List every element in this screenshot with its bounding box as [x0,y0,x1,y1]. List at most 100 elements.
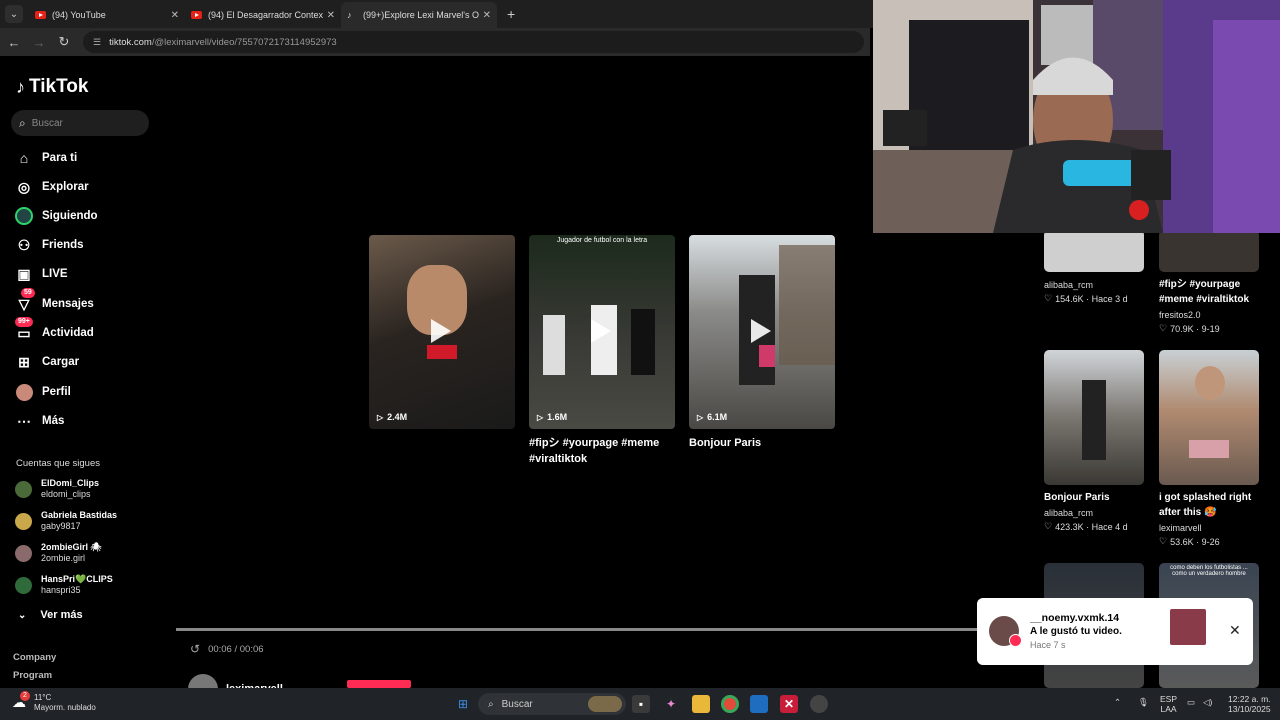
related-thumbnail[interactable] [1044,230,1144,272]
related-thumbnail[interactable] [1159,230,1259,272]
nav-actividad[interactable]: ▭ 99+ Actividad [15,317,94,342]
volume-icon[interactable]: ◁) [1203,697,1212,707]
avatar [15,512,32,530]
related-title[interactable]: i got splashed right after this 🥵 [1159,490,1264,520]
file-explorer-icon[interactable] [692,695,710,713]
related-thumbnail[interactable] [1044,350,1144,485]
related-user[interactable]: alibaba_rcm [1044,508,1093,518]
account-name: HansPri💚CLIPS [41,574,113,584]
video-caption[interactable]: #fipシ #yourpage #meme #viraltiktok [529,435,679,467]
nav-label: Cargar [42,356,80,368]
clock-date: 13/10/2025 [1228,704,1271,714]
notification-thumbnail[interactable] [1170,609,1206,645]
post-time: Hace 4 d [1091,521,1128,532]
related-thumbnail[interactable] [1159,350,1259,485]
post-time: 9-26 [1201,536,1220,547]
related-title[interactable]: Bonjour Paris [1044,490,1149,505]
playback-time: ↺ 00:06 / 00:06 [190,642,264,656]
nav-siguiendo[interactable]: Siguiendo [15,207,98,225]
nav-explorar[interactable]: ◎ Explorar [15,178,89,196]
weather-widget[interactable]: ☁ 2 11°C Mayorm. nublado [12,691,96,713]
back-icon[interactable]: ← [3,35,25,50]
video-thumbnail[interactable]: ▷ 6.1M [689,235,835,429]
copilot-icon[interactable]: ✦ [662,695,680,713]
weather-temp: 11°C [34,693,52,702]
see-more-button[interactable]: ⌄ Ver más [18,609,83,621]
nav-label: Friends [42,239,84,251]
search-input[interactable]: ⌕ Buscar [11,110,149,136]
chevron-down-icon: ⌄ [18,609,27,621]
tiktok-icon: ♪ [347,10,352,20]
forward-icon[interactable]: → [28,35,50,50]
lang-bottom: LAA [1160,704,1177,714]
notification-message: A le gustó tu video. [1030,626,1122,637]
video-thumbnail[interactable]: ▷ 2.4M [369,235,515,429]
related-user[interactable]: leximarvell [1159,523,1202,533]
chevron-up-icon[interactable]: ⌃ [1114,697,1121,707]
video-thumbnail[interactable]: Jugador de futbol con la letra ▷ 1.6M [529,235,675,429]
live-icon: ▣ [17,265,31,282]
store-icon[interactable] [750,695,768,713]
browser-tab-1[interactable]: (94) YouTube ✕ [29,2,185,28]
related-user[interactable]: alibaba_rcm [1044,280,1093,290]
chrome-icon[interactable] [721,695,739,713]
close-tab-icon[interactable]: ✕ [171,10,179,21]
url-field[interactable]: ☰ tiktok.com/@leximarvell/video/75570721… [83,31,864,53]
nav-para-ti[interactable]: ⌂ Para ti [15,149,77,167]
notification-time: Hace 7 s [1030,640,1066,650]
avatar [15,576,32,594]
messages-icon: ▽ 59 [15,288,35,313]
taskbar-search[interactable]: ⌕ Buscar [478,693,626,715]
new-tab-button[interactable]: + [507,6,515,22]
browser-tab-2[interactable]: (94) El Desagarrador Contexto d ✕ [185,2,341,28]
replay-icon[interactable]: ↺ [190,642,200,656]
obs-icon[interactable] [810,695,828,713]
nav-live[interactable]: ▣ LIVE [15,265,67,283]
app-x-icon[interactable]: ✕ [780,695,798,713]
microphone-icon[interactable]: 🎙 [1138,697,1149,707]
close-tab-icon[interactable]: ✕ [327,10,335,21]
heart-icon [1009,634,1022,647]
followed-account[interactable]: 2ombieGirl 🕷 2ombie.girl [15,542,102,564]
followed-account[interactable]: Gabriela Bastidas gaby9817 [15,510,117,532]
browser-tab-3[interactable]: ♪ (99+)Explore Lexi Marvel's Offi ✕ [341,2,497,28]
nav-mas[interactable]: ⋯ Más [15,412,64,430]
clock[interactable]: 12:22 a. m. 13/10/2025 [1228,694,1271,714]
tiktok-logo[interactable]: ♪ TikTok [16,76,88,98]
post-time: Hace 3 d [1091,293,1128,304]
language-indicator[interactable]: ESP LAA [1160,694,1177,714]
related-title[interactable]: #fipシ #yourpage #meme #viraltiktok [1159,277,1264,307]
nav-friends[interactable]: ⚇ Friends [15,236,84,254]
nav-perfil[interactable]: Perfil [15,383,71,401]
site-info-icon[interactable]: ☰ [93,37,101,48]
windows-start-icon[interactable]: ⊞ [454,695,472,713]
close-icon[interactable]: ✕ [1229,622,1241,639]
tab-search-dropdown[interactable]: ⌄ [5,5,23,23]
nav-cargar[interactable]: ⊞ Cargar [15,353,79,371]
task-view-icon[interactable]: ▪ [632,695,650,713]
avatar [15,480,32,498]
video-caption[interactable]: Bonjour Paris [689,435,839,451]
close-tab-icon[interactable]: ✕ [483,10,491,21]
reload-icon[interactable]: ↻ [53,34,75,50]
nav-mensajes[interactable]: ▽ 59 Mensajes [15,288,94,313]
account-handle: eldomi_clips [41,489,91,499]
followed-account[interactable]: ElDomi_Clips eldomi_clips [15,478,99,500]
video-progress-bar[interactable] [176,628,1006,631]
like-notification[interactable]: __noemy.vxmk.14 A le gustó tu video. Hac… [977,598,1253,665]
related-user[interactable]: fresitos2.0 [1159,310,1201,320]
play-small-icon: ▷ [697,412,704,422]
thumb-overlay-text: como deben los futbolistas ... como un v… [1170,565,1248,577]
related-stats: ♡ 423.3K · Hace 4 d [1044,521,1128,532]
network-icon[interactable]: ▭ [1187,697,1195,707]
thumb-bag-shape [759,345,775,367]
account-handle: 2ombie.girl [41,553,86,563]
search-icon: ⌕ [19,115,26,130]
footer-link-company[interactable]: Company [13,652,56,663]
followed-account[interactable]: HansPri💚CLIPS hanspri35 [15,574,113,596]
friends-icon: ⚇ [17,236,31,253]
more-icon: ⋯ [17,412,31,429]
footer-link-program[interactable]: Program [13,670,52,681]
nav-label: Mensajes [42,298,94,310]
follow-button[interactable] [347,680,411,688]
